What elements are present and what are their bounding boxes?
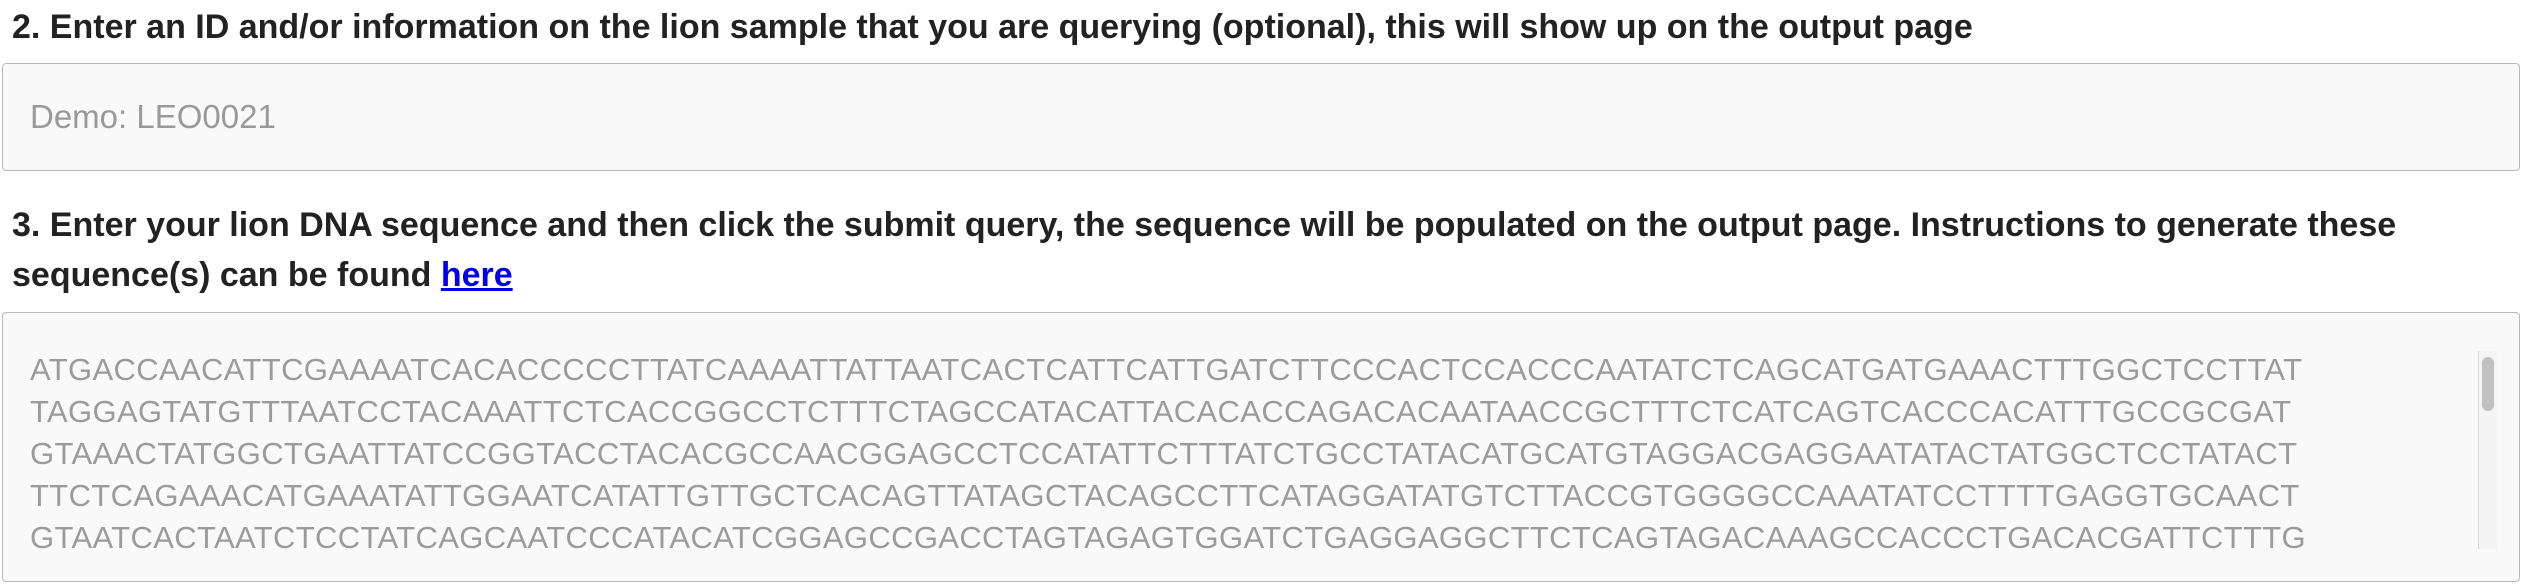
sample-id-input[interactable] [2, 63, 2520, 171]
step2-label: 2. Enter an ID and/or information on the… [12, 8, 1973, 46]
textarea-scrollbar[interactable] [2478, 351, 2497, 549]
sequence-placeholder-line: GTAATCACTAATCTCCTATCAGCAATCCCATACATCGGAG… [30, 520, 2307, 555]
textarea-scrollbar-thumb[interactable] [2482, 357, 2494, 411]
step3-label-line2: sequence(s) can be found here [12, 250, 513, 300]
sequence-placeholder-line: GTAAACTATGGCTGAATTATCCGGTACCTACACGCCAACG… [30, 436, 2298, 471]
dna-sequence-textarea[interactable]: ATGACCAACATTCGAAAATCACACCCCCTTATCAAAATTA… [2, 312, 2520, 582]
step3-label-line1: 3. Enter your lion DNA sequence and then… [12, 206, 2397, 244]
sequence-placeholder-line: TAGGAGTATGTTTAATCCTACAAATTCTCACCGGCCTCTT… [30, 394, 2292, 429]
sequence-placeholder-line: ATGACCAACATTCGAAAATCACACCCCCTTATCAAAATTA… [30, 352, 2303, 387]
sequence-placeholder: ATGACCAACATTCGAAAATCACACCCCCTTATCAAAATTA… [30, 349, 2460, 559]
lion-query-form: 2. Enter an ID and/or information on the… [0, 0, 2530, 588]
step3-label-prefix: sequence(s) can be found [12, 256, 441, 294]
instructions-here-link[interactable]: here [441, 256, 513, 294]
sequence-placeholder-line: TTCTCAGAAACATGAAATATTGGAATCATATTGTTGCTCA… [30, 478, 2300, 513]
